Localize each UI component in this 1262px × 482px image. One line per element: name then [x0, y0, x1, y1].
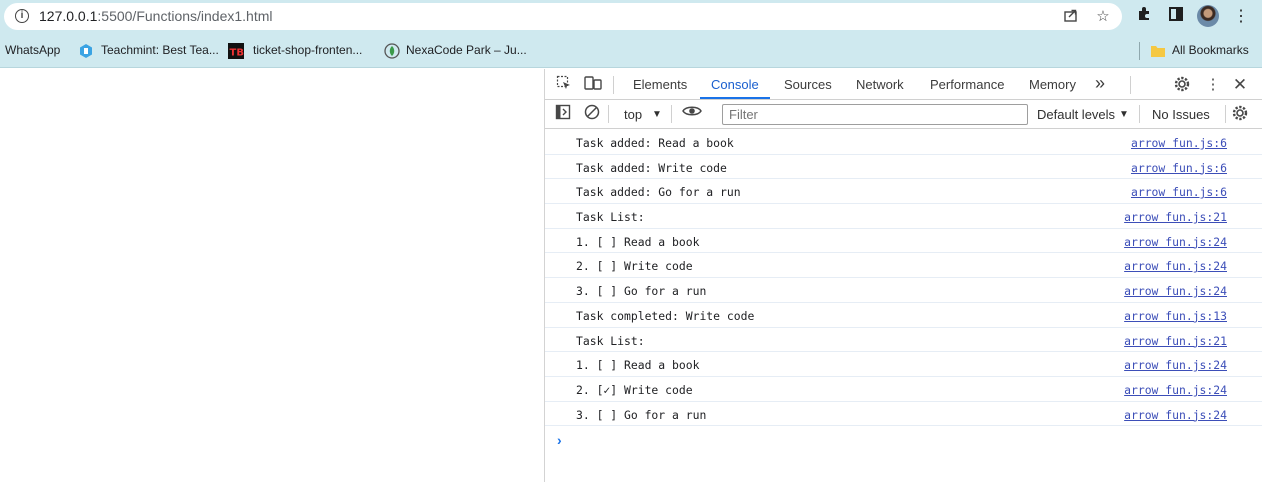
tab-sources[interactable]: Sources	[784, 77, 832, 92]
console-source-link[interactable]: arrow fun.js:6	[1131, 136, 1227, 150]
console-message-text: Task List:	[576, 333, 645, 348]
filter-input[interactable]	[722, 104, 1028, 125]
star-icon[interactable]: ☆	[1093, 7, 1113, 27]
nexacode-icon	[384, 43, 400, 59]
more-tabs-icon[interactable]: »	[1095, 73, 1105, 94]
sidepanel-icon[interactable]	[1165, 6, 1187, 28]
console-message-text: Task List:	[576, 210, 645, 225]
menu-kebab-icon[interactable]: ⋮	[1230, 6, 1252, 28]
toolbar-divider-4	[1225, 105, 1226, 123]
all-bookmarks[interactable]: All Bookmarks	[1172, 43, 1249, 57]
console-message: Task List: arrow fun.js:21	[545, 328, 1262, 353]
bookmark-teachmint[interactable]: Teachmint: Best Tea...	[101, 43, 219, 57]
console-message: Task List: arrow fun.js:21	[545, 204, 1262, 229]
console-message: 2. [ ] Write code arrow fun.js:24	[545, 253, 1262, 279]
console-message: Task added: Read a book arrow fun.js:6	[545, 130, 1262, 155]
console-prompt-row[interactable]: ›	[545, 426, 1262, 451]
console-message-text: 1. [ ] Read a book	[576, 358, 700, 373]
console-message: 3. [ ] Go for a run arrow fun.js:24	[545, 278, 1262, 303]
ticket-shop-icon: TB	[228, 43, 244, 59]
console-source-link[interactable]: arrow fun.js:6	[1131, 185, 1227, 199]
console-message: Task added: Go for a run arrow fun.js:6	[545, 179, 1262, 205]
tab-console[interactable]: Console	[711, 77, 759, 92]
console-source-link[interactable]: arrow fun.js:24	[1124, 235, 1227, 249]
console-message-text: 2. [ ] Write code	[576, 259, 693, 274]
customize-menu-icon[interactable]: ⋮	[1203, 75, 1223, 95]
clear-console-icon[interactable]	[582, 104, 602, 124]
bookmark-whatsapp[interactable]: WhatsApp	[5, 43, 60, 57]
console-source-link[interactable]: arrow fun.js:6	[1131, 161, 1227, 175]
console-message: 1. [ ] Read a book arrow fun.js:24	[545, 229, 1262, 254]
live-expression-eye-icon[interactable]	[682, 104, 702, 124]
tabbar-divider-right	[1130, 76, 1131, 94]
console-message: 1. [ ] Read a book arrow fun.js:24	[545, 352, 1262, 377]
sidebar-toggle-icon[interactable]	[553, 104, 573, 124]
console-message-text: Task added: Go for a run	[576, 185, 741, 200]
levels-dropdown-icon[interactable]: ▼	[1119, 109, 1129, 120]
console-message-text: 3. [ ] Go for a run	[576, 284, 707, 299]
url-path: :5500/Functions/index1.html	[97, 8, 273, 24]
omnibox[interactable]: i 127.0.0.1:5500/Functions/index1.html ☆	[4, 3, 1122, 30]
tabbar-divider	[613, 76, 614, 94]
bookmarks-bar: WhatsApp Teachmint: Best Tea... TB ticke…	[0, 34, 1262, 68]
tab-network[interactable]: Network	[856, 77, 904, 92]
console-source-link[interactable]: arrow fun.js:24	[1124, 259, 1227, 273]
console-source-link[interactable]: arrow fun.js:24	[1124, 383, 1227, 397]
toolbar-divider	[608, 105, 609, 123]
page-viewport	[0, 69, 545, 482]
info-icon[interactable]: i	[15, 9, 29, 23]
console-message-text: 2. [✓] Write code	[576, 382, 693, 397]
devtools-panel: Elements Console Sources Network Perform…	[545, 69, 1262, 482]
toolbar-divider-3	[1139, 105, 1140, 123]
bookmark-nexacode[interactable]: NexaCode Park – Ju...	[406, 43, 527, 57]
inspect-element-icon[interactable]	[554, 75, 574, 95]
console-toolbar: top ▼ Default levels ▼ No Issues	[545, 100, 1262, 129]
console-source-link[interactable]: arrow fun.js:21	[1124, 210, 1227, 224]
tab-elements[interactable]: Elements	[633, 77, 687, 92]
devtools-tabbar: Elements Console Sources Network Perform…	[545, 69, 1262, 100]
tab-memory[interactable]: Memory	[1029, 77, 1076, 92]
console-message: Task completed: Write code arrow fun.js:1…	[545, 303, 1262, 328]
url-host: 127.0.0.1	[39, 8, 98, 24]
svg-text:TB: TB	[230, 48, 244, 59]
console-message-text: 3. [ ] Go for a run	[576, 407, 707, 422]
console-message: Task added: Write code arrow fun.js:6	[545, 155, 1262, 180]
close-devtools-icon[interactable]: ✕	[1230, 75, 1250, 95]
console-settings-icon[interactable]	[1230, 104, 1250, 124]
extensions-icon[interactable]	[1133, 6, 1155, 28]
url-text[interactable]: 127.0.0.1:5500/Functions/index1.html	[39, 8, 273, 24]
toolbar-divider-2	[671, 105, 672, 123]
bookmark-ticket-shop[interactable]: ticket-shop-fronten...	[253, 43, 362, 57]
tab-performance[interactable]: Performance	[930, 77, 1004, 92]
folder-icon	[1150, 43, 1166, 59]
address-bar-area: i 127.0.0.1:5500/Functions/index1.html ☆…	[0, 0, 1262, 34]
console-source-link[interactable]: arrow fun.js:24	[1124, 284, 1227, 298]
default-levels-dropdown[interactable]: Default levels	[1037, 107, 1115, 122]
device-toolbar-icon[interactable]	[583, 75, 603, 95]
console-message-text: Task added: Read a book	[576, 136, 734, 150]
console-message: 3. [ ] Go for a run arrow fun.js:24	[545, 402, 1262, 427]
console-message-text: Task completed: Write code	[576, 308, 755, 323]
avatar[interactable]	[1197, 5, 1219, 27]
console-source-link[interactable]: arrow fun.js:24	[1124, 408, 1227, 422]
console-message-text: 1. [ ] Read a book	[576, 234, 700, 249]
console-source-link[interactable]: arrow fun.js:24	[1124, 358, 1227, 372]
console-source-link[interactable]: arrow fun.js:13	[1124, 309, 1227, 323]
active-tab-indicator	[700, 97, 770, 99]
console-log: Task added: Read a book arrow fun.js:6 Tas…	[545, 130, 1262, 451]
issues-counter[interactable]: No Issues	[1152, 107, 1210, 122]
context-dropdown-icon[interactable]: ▼	[652, 109, 662, 120]
console-source-link[interactable]: arrow fun.js:21	[1124, 334, 1227, 348]
console-prompt-icon: ›	[557, 432, 562, 449]
context-select[interactable]: top	[624, 107, 642, 122]
console-message: 2. [✓] Write code arrow fun.js:24	[545, 377, 1262, 402]
console-message-text: Task added: Write code	[576, 160, 727, 175]
share-icon[interactable]	[1061, 7, 1081, 27]
teachmint-icon	[78, 43, 94, 59]
settings-icon[interactable]	[1172, 75, 1192, 95]
bookmarks-divider	[1139, 42, 1140, 60]
